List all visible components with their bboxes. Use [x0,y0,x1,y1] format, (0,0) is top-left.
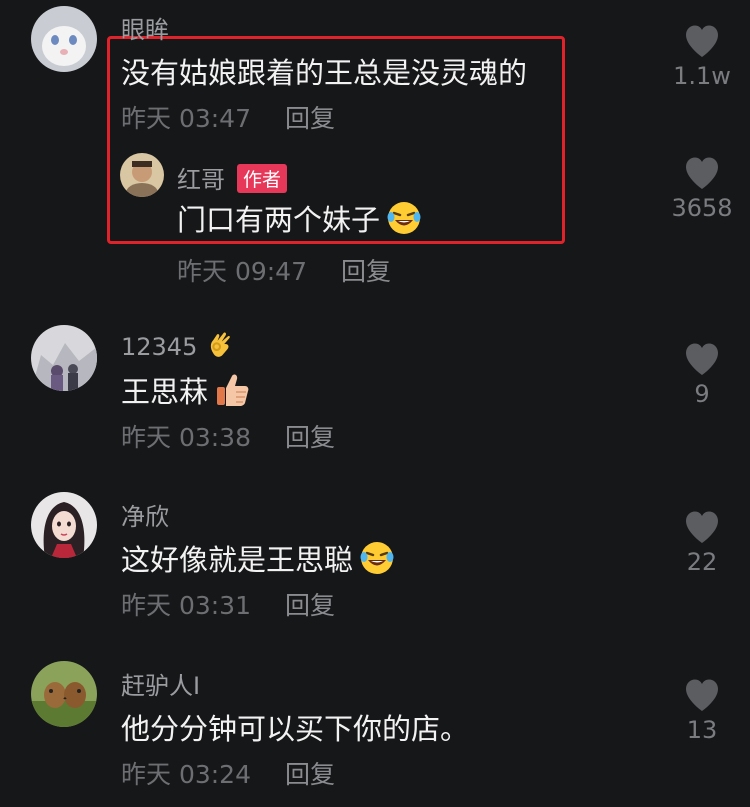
comment-time: 昨天 03:47 [121,104,251,133]
like-count: 3658 [671,194,733,222]
reply-avatar[interactable] [120,153,164,197]
heart-icon [686,25,718,57]
comment-username[interactable]: 12345 [121,333,197,361]
reply-meta: 昨天 09:47 回复 [177,252,391,288]
heart-icon [686,343,718,375]
avatar[interactable] [31,6,97,72]
heart-icon [686,679,718,711]
reply-text-row: 门口有两个妹子 [177,197,422,239]
avatar[interactable] [31,661,97,727]
like-button[interactable]: 3658 [662,156,742,222]
reply-username[interactable]: 红哥 [177,166,225,194]
comment-time: 昨天 03:31 [121,591,251,620]
reply-button[interactable]: 回复 [341,257,391,286]
comment-text: 他分分钟可以买下你的店。 [121,712,470,746]
comment-text-row: 王思菻 [121,369,250,411]
comment-text: 没有姑娘跟着的王总是没灵魂的 [121,56,528,90]
reply-text: 门口有两个妹子 [177,203,381,237]
comment-username[interactable]: 净欣 [121,497,169,532]
reply-button[interactable]: 回复 [285,591,335,620]
avatar-image [31,661,97,727]
like-button[interactable]: 13 [662,678,742,744]
comment-meta: 昨天 03:24 回复 [121,755,335,791]
thumbs-up-emoji [214,372,250,408]
avatar[interactable] [31,492,97,558]
comment-text-row: 这好像就是王思聪 [121,537,395,579]
comment-meta: 昨天 03:47 回复 [121,99,335,135]
laughing-crying-emoji [386,200,422,236]
avatar-image [31,6,97,72]
like-count: 13 [686,716,718,744]
like-count: 9 [694,380,710,408]
reply-button[interactable]: 回复 [285,423,335,452]
comment-time: 昨天 03:38 [121,423,251,452]
heart-icon [686,511,718,543]
comment-text: 这好像就是王思聪 [121,543,354,577]
avatar[interactable] [31,325,97,391]
ok-hand-emoji [205,330,235,360]
reply-time: 昨天 09:47 [177,257,307,286]
laughing-crying-emoji [359,540,395,576]
like-button[interactable]: 1.1w [662,24,742,90]
comment-username[interactable]: 赶驴人I [121,666,200,701]
comment-meta: 昨天 03:38 回复 [121,418,335,454]
comment-text: 王思菻 [121,375,209,409]
comment-username-row: 12345 [121,330,235,361]
comment-time: 昨天 03:24 [121,760,251,789]
comment-meta: 昨天 03:31 回复 [121,586,335,622]
avatar-image [120,153,164,197]
reply-button[interactable]: 回复 [285,760,335,789]
comment-username[interactable]: 眼眸 [121,10,169,45]
author-badge: 作者 [237,164,288,193]
heart-icon [686,157,718,189]
reply-username-row: 红哥 作者 [177,160,288,195]
like-button[interactable]: 22 [662,510,742,576]
avatar-image [31,325,97,391]
like-button[interactable]: 9 [662,342,742,408]
like-count: 22 [686,548,718,576]
reply-button[interactable]: 回复 [285,104,335,133]
avatar-image [31,492,97,558]
like-count: 1.1w [673,62,731,90]
